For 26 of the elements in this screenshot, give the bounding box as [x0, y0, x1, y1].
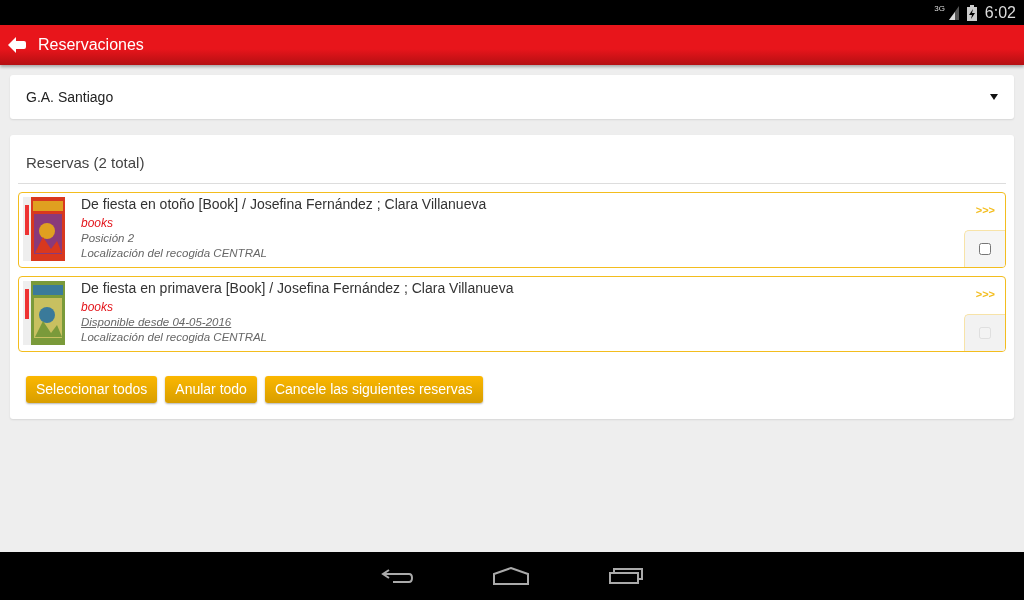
clock: 6:02 [984, 2, 1016, 23]
pickup-location: Localización del recogida CENTRAL [81, 246, 268, 261]
recent-apps-icon[interactable] [609, 568, 643, 584]
back-arrow-icon[interactable] [8, 37, 26, 53]
screen-title: Reservaciones [38, 35, 144, 55]
section-heading: Reservas (2 total) [26, 154, 145, 171]
format-label: books [81, 216, 115, 231]
pickup-location: Localización del recogida CENTRAL [81, 330, 268, 345]
reservation-card[interactable]: De fiesta en otoño [Book] / Josefina Fernández ; Clara Villanueva books Posición 2 Localización del recogida CENTRAL >>> [18, 192, 1006, 268]
home-icon[interactable] [493, 567, 529, 585]
back-icon[interactable] [381, 568, 413, 584]
branch-dropdown[interactable]: G.A. Santiago [10, 75, 1014, 119]
battery-icon [966, 4, 977, 21]
signal-icon [948, 5, 959, 20]
queue-position: Posición 2 [81, 231, 136, 246]
action-button[interactable]: Seleccionar todos [26, 376, 158, 403]
action-button[interactable]: Anular todo [165, 376, 257, 403]
network-type: 3G [934, 5, 945, 13]
dropdown-caret-icon [990, 94, 998, 100]
book-title: De fiesta en otoño [Book] / Josefina Fernández ; Clara Villanueva [81, 197, 487, 212]
book-title: De fiesta en primavera [Book] / Josefina Fernández ; Clara Villanueva [81, 281, 514, 296]
select-checkbox[interactable] [979, 243, 991, 255]
action-button[interactable]: Cancele las siguientes reservas [264, 376, 483, 403]
dropdown-value: G.A. Santiago [26, 87, 114, 107]
more-link[interactable]: >>> [975, 202, 995, 219]
format-label: books [81, 300, 115, 315]
